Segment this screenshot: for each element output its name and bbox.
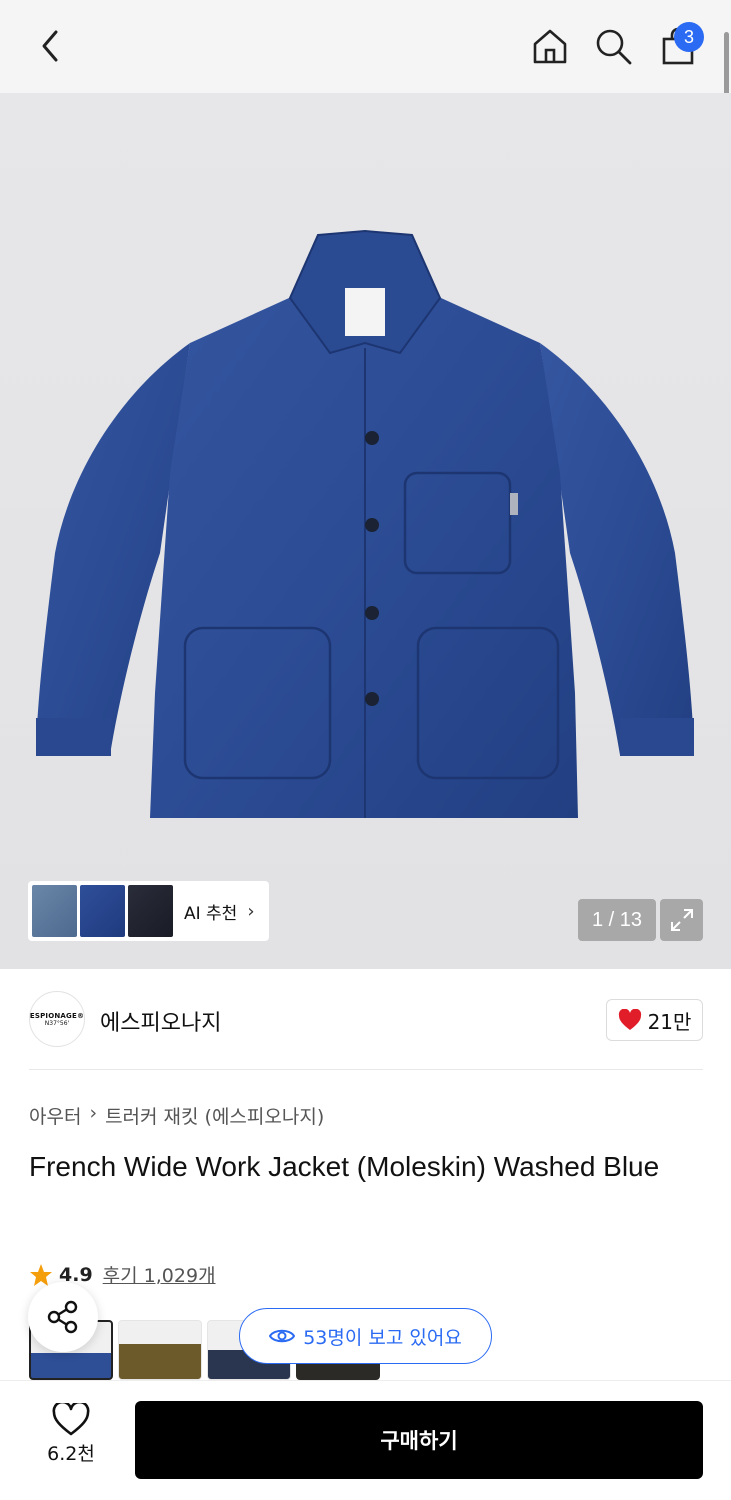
ai-recommend-thumbnail [80, 885, 125, 937]
ai-recommend-label: AI 추천 [184, 903, 238, 924]
heart-filled-icon [618, 1009, 641, 1030]
image-counter: 1 / 13 [578, 899, 656, 941]
divider [29, 1069, 703, 1070]
expand-button[interactable] [660, 899, 703, 941]
live-viewers-text: 53명이 보고 있어요 [303, 1326, 462, 1349]
share-icon [47, 1300, 78, 1334]
back-button[interactable] [30, 25, 70, 67]
share-button[interactable] [28, 1282, 98, 1352]
breadcrumb-subcategory[interactable]: 트러커 재킷 (에스피오나지) [105, 1102, 324, 1129]
live-viewers-indicator: 53명이 보고 있어요 [239, 1308, 492, 1364]
wishlist-button[interactable]: 6.2천 [38, 1403, 104, 1466]
breadcrumb-category[interactable]: 아우터 [29, 1102, 81, 1129]
wishlist-count: 6.2천 [47, 1443, 95, 1465]
breadcrumb-separator: › [89, 1102, 98, 1124]
expand-icon [670, 909, 693, 931]
product-title: French Wide Work Jacket (Moleskin) Washe… [29, 1151, 660, 1182]
brand-logo-text: ESPIONAGE® [29, 1011, 85, 1020]
ai-recommendation-button[interactable]: AI 추천 › [28, 881, 269, 941]
product-image [36, 229, 694, 818]
brand-like-button[interactable]: 21만 [606, 999, 703, 1041]
cart-count-badge: 3 [674, 22, 704, 52]
ai-recommend-thumbnail [32, 885, 77, 937]
product-image-gallery[interactable]: AI 추천 › 1 / 13 [0, 93, 731, 969]
breadcrumb: 아우터 › 트러커 재킷 (에스피오나지) [29, 1102, 324, 1129]
home-icon [533, 29, 567, 64]
heart-outline-icon [52, 1403, 90, 1436]
chevron-left-icon [42, 30, 58, 62]
review-count-link[interactable]: 후기 1,029개 [103, 1261, 216, 1288]
scrollbar[interactable] [724, 32, 729, 100]
brand-logo[interactable]: ESPIONAGE® N37°56' [29, 991, 85, 1047]
brand-like-count: 21만 [647, 1009, 692, 1034]
ai-recommend-thumbnail [128, 885, 173, 937]
search-button[interactable] [591, 24, 635, 68]
star-icon [30, 1263, 52, 1286]
bottom-action-bar: 6.2천 구매하기 [0, 1380, 731, 1500]
buy-button[interactable]: 구매하기 [135, 1401, 703, 1479]
brand-name-link[interactable]: 에스피오나지 [100, 1005, 221, 1037]
eye-icon [269, 1329, 296, 1343]
top-app-bar: 3 [0, 0, 731, 100]
color-option[interactable] [118, 1320, 202, 1380]
home-button[interactable] [528, 24, 572, 68]
brand-logo-subtext: N37°56' [44, 1019, 70, 1027]
search-icon [596, 29, 632, 65]
chevron-right-icon: › [247, 900, 255, 922]
